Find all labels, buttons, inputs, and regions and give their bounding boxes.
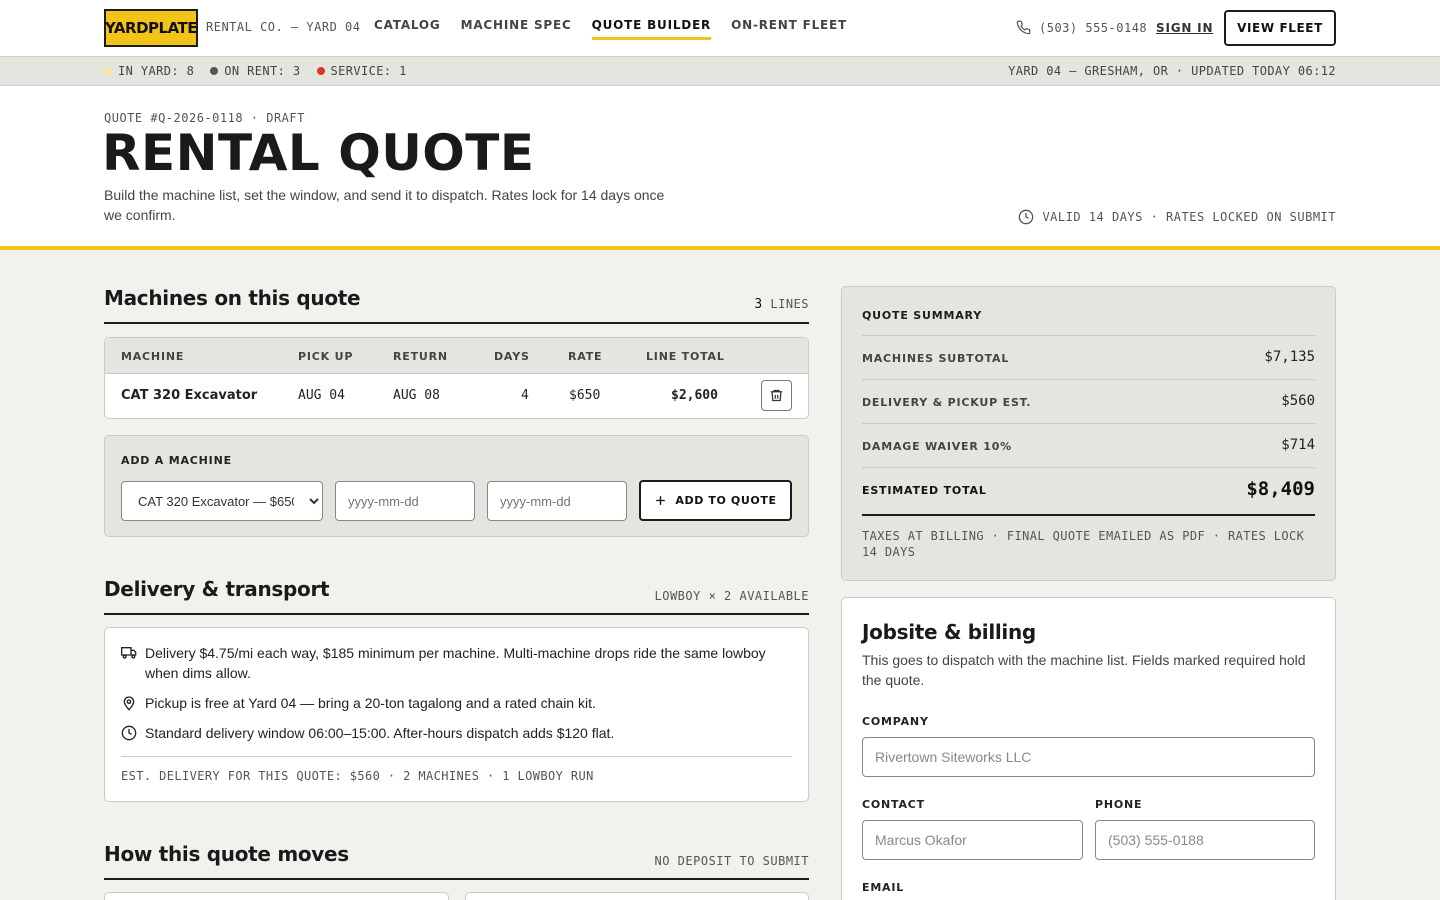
return-date-input[interactable]: [487, 481, 627, 521]
trash-icon: [770, 389, 783, 402]
phone-number: (503) 555-0148: [1039, 20, 1148, 35]
nav-on-rent-fleet[interactable]: ON-RENT FLEET: [731, 18, 847, 40]
summary-note: TAXES AT BILLING · FINAL QUOTE EMAILED A…: [862, 529, 1305, 559]
machines-section-header: Machines on this quote 3 LINES: [104, 286, 809, 324]
process-step-card: [465, 892, 809, 900]
billing-description: This goes to dispatch with the machine l…: [862, 652, 1306, 688]
phone-link[interactable]: (503) 555-0148: [1016, 20, 1147, 35]
summary-row: DAMAGE WAIVER 10% $714: [862, 423, 1315, 467]
add-machine-panel: ADD A MACHINE CAT 320 Excavator — $650/d…: [104, 435, 809, 537]
phone-input[interactable]: [1095, 820, 1315, 860]
sign-in-link[interactable]: SIGN IN: [1156, 21, 1213, 35]
service-dot-icon: [316, 67, 325, 75]
table-header: MACHINE PICK UP RETURN DAYS RATE LINE TO…: [105, 338, 808, 374]
brand-logo[interactable]: YARDPLATE: [104, 9, 198, 47]
truck-icon: [121, 647, 137, 659]
brand-subtitle: RENTAL CO. — YARD 04: [206, 20, 361, 34]
email-label: EMAIL: [862, 881, 905, 894]
process-section-header: How this quote moves NO DEPOSIT TO SUBMI…: [104, 842, 809, 880]
nav-machine-spec[interactable]: MACHINE SPEC: [461, 18, 572, 40]
summary-row: DELIVERY & PICKUP EST. $560: [862, 379, 1315, 423]
remove-line-button[interactable]: [761, 380, 792, 411]
hero: QUOTE #Q-2026-0118 · DRAFT RENTAL QUOTE …: [0, 86, 1440, 250]
lowboy-availability: LOWBOY × 2 AVAILABLE: [654, 589, 809, 603]
deposit-note: NO DEPOSIT TO SUBMIT: [654, 854, 809, 868]
pickup-date-input[interactable]: [335, 481, 475, 521]
phone-icon: [1016, 20, 1031, 35]
nav-catalog[interactable]: CATALOG: [374, 18, 441, 40]
jobsite-billing-form: Jobsite & billing This goes to dispatch …: [841, 597, 1336, 900]
validity-note: VALID 14 DAYS · RATES LOCKED ON SUBMIT: [1018, 209, 1336, 225]
list-item: Standard delivery window 06:00–15:00. Af…: [121, 723, 781, 743]
clock-icon: [1019, 209, 1034, 225]
row-return: AUG 08: [393, 388, 440, 403]
col-machine: MACHINE: [121, 350, 185, 363]
col-pickup: PICK UP: [298, 350, 354, 363]
summary-title: QUOTE SUMMARY: [862, 309, 982, 322]
in-yard-dot-icon: [104, 67, 112, 75]
delivery-estimate: EST. DELIVERY FOR THIS QUOTE: $560 · 2 M…: [121, 769, 594, 783]
machines-heading: Machines on this quote: [104, 286, 361, 310]
row-rate: $650: [569, 388, 601, 403]
plus-icon: [656, 496, 666, 505]
status-service: SERVICE: 1: [316, 64, 407, 78]
status-on-rent: ON RENT: 3: [210, 64, 300, 78]
delivery-section-header: Delivery & transport LOWBOY × 2 AVAILABL…: [104, 577, 809, 615]
divider: [121, 756, 792, 757]
quote-summary: QUOTE SUMMARY MACHINES SUBTOTAL $7,135 D…: [841, 286, 1336, 581]
summary-total: ESTIMATED TOTAL $8,409: [862, 467, 1315, 516]
yard-location: YARD 04 — GRESHAM, OR · UPDATED TODAY 06…: [1008, 64, 1336, 78]
view-fleet-button[interactable]: VIEW FLEET: [1224, 10, 1336, 46]
billing-heading: Jobsite & billing: [862, 620, 1036, 644]
company-label: COMPANY: [862, 715, 929, 728]
nav-quote-builder[interactable]: QUOTE BUILDER: [591, 18, 712, 40]
row-days: 4: [521, 388, 529, 403]
col-rate: RATE: [568, 350, 603, 363]
clock-icon: [121, 725, 137, 741]
page-description: Build the machine list, set the window, …: [104, 187, 665, 223]
machines-table: MACHINE PICK UP RETURN DAYS RATE LINE TO…: [104, 337, 809, 419]
add-to-quote-button[interactable]: ADD TO QUOTE: [639, 480, 792, 521]
summary-row: MACHINES SUBTOTAL $7,135: [862, 335, 1315, 379]
fleet-status: IN YARD: 8 ON RENT: 3 SERVICE: 1: [104, 64, 407, 78]
col-return: RETURN: [393, 350, 448, 363]
company-input[interactable]: [862, 737, 1315, 777]
list-item: Delivery $4.75/mi each way, $185 minimum…: [121, 643, 781, 683]
col-days: DAYS: [494, 350, 530, 363]
delivery-info: Delivery $4.75/mi each way, $185 minimum…: [104, 627, 809, 802]
row-machine: CAT 320 Excavator: [121, 388, 258, 403]
phone-label: PHONE: [1095, 798, 1143, 811]
machine-select[interactable]: CAT 320 Excavator — $650/day: [121, 481, 323, 521]
line-count: 3 LINES: [754, 297, 809, 312]
top-bar: YARDPLATE RENTAL CO. — YARD 04 CATALOG M…: [0, 0, 1440, 57]
map-pin-icon: [123, 696, 135, 711]
row-total: $2,600: [671, 388, 718, 403]
page-title: RENTAL QUOTE: [102, 124, 535, 182]
col-line-total: LINE TOTAL: [646, 350, 725, 363]
status-in-yard: IN YARD: 8: [104, 64, 194, 78]
status-bar: IN YARD: 8 ON RENT: 3 SERVICE: 1 YARD 04…: [0, 57, 1440, 86]
main-nav: CATALOG MACHINE SPEC QUOTE BUILDER ON-RE…: [374, 18, 847, 40]
contact-label: CONTACT: [862, 798, 925, 811]
add-machine-label: ADD A MACHINE: [121, 454, 232, 467]
quote-id: QUOTE #Q-2026-0118 · DRAFT: [104, 111, 305, 125]
process-step-card: [104, 892, 449, 900]
on-rent-dot-icon: [210, 67, 219, 75]
row-pickup: AUG 04: [298, 388, 345, 403]
contact-input[interactable]: [862, 820, 1083, 860]
list-item: Pickup is free at Yard 04 — bring a 20-t…: [121, 693, 781, 713]
table-row: CAT 320 Excavator AUG 04 AUG 08 4 $650 $…: [105, 374, 808, 418]
